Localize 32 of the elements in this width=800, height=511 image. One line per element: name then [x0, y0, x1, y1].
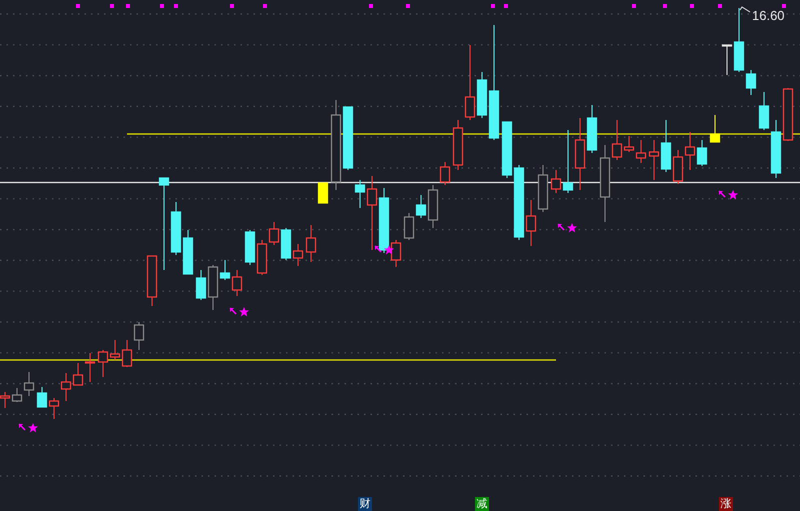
- arrow-star-icon: [557, 223, 577, 232]
- candlestick: [636, 140, 646, 164]
- candlestick: [782, 88, 794, 142]
- candlestick: [134, 322, 144, 350]
- candlestick: [60, 372, 72, 402]
- candlestick: [318, 182, 328, 204]
- candlestick: [342, 106, 354, 170]
- candlestick: [502, 121, 512, 178]
- event-badge: 涨: [719, 497, 733, 511]
- candlestick: [110, 340, 120, 360]
- arrow-star-icon: [18, 423, 38, 432]
- candlestick: [48, 398, 60, 420]
- candlestick: [710, 114, 720, 143]
- candlestick: [72, 362, 84, 386]
- candlestick: [36, 386, 48, 408]
- arrow-star-icon: [229, 307, 249, 316]
- candlestick: [306, 224, 316, 262]
- candlestick: [244, 230, 256, 266]
- candlestick: [122, 340, 132, 368]
- candlestick: [648, 140, 660, 180]
- candlestick: [404, 212, 414, 240]
- candlestick: [98, 350, 108, 378]
- candlestick: [182, 230, 194, 275]
- candlestick: [232, 270, 242, 296]
- price-label: 16.60: [752, 9, 785, 22]
- arrow-star-icon: [374, 245, 394, 254]
- arrow-star-icon: [718, 190, 738, 200]
- leader-line: [740, 6, 750, 12]
- event-badge: 财: [358, 497, 372, 511]
- event-badge: 减: [475, 497, 489, 511]
- candlestick: [538, 164, 548, 212]
- candlestick: [84, 352, 96, 382]
